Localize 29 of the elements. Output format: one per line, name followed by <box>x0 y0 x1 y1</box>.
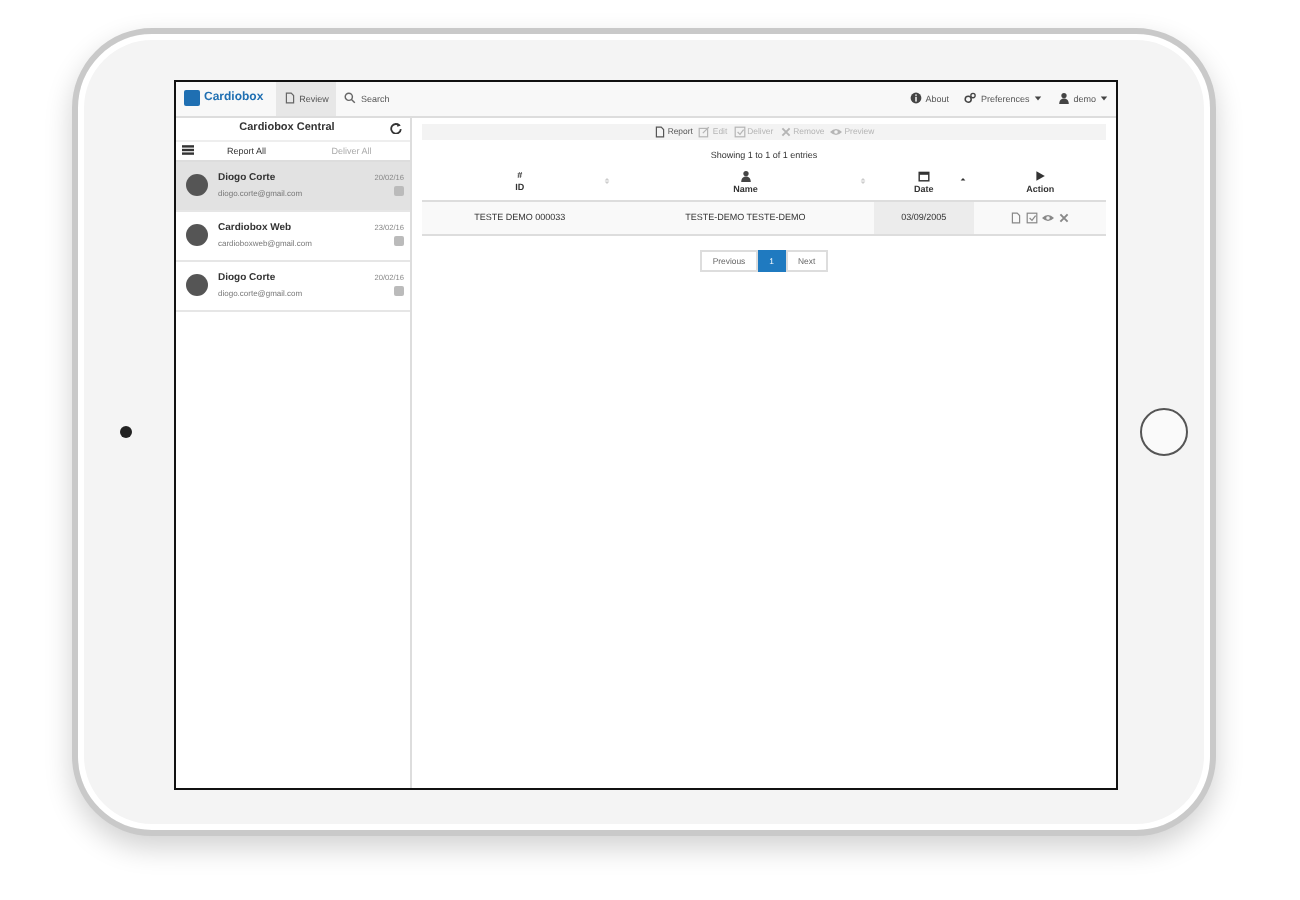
caret-icon <box>1100 94 1108 102</box>
document-icon <box>283 92 296 104</box>
refresh-icon <box>390 122 402 134</box>
camera-dot <box>120 426 132 438</box>
check-square-icon <box>1026 211 1039 223</box>
cross-icon <box>779 125 792 137</box>
info-icon <box>909 92 922 104</box>
menu-icon <box>182 144 194 156</box>
cross-icon <box>1058 211 1071 223</box>
user-icon <box>739 169 752 181</box>
calendar-icon <box>917 169 930 181</box>
search-icon <box>344 92 357 104</box>
document-icon <box>653 125 666 137</box>
gears-icon <box>964 92 977 104</box>
document-icon <box>1010 211 1023 223</box>
check-square-icon <box>733 125 746 137</box>
caret-icon <box>1033 94 1042 102</box>
avatar-icon <box>186 224 208 246</box>
count-badge <box>394 236 404 246</box>
count-badge <box>394 186 404 196</box>
avatar-icon <box>186 174 208 196</box>
sort-icon <box>960 177 967 183</box>
eye-icon <box>1042 211 1055 223</box>
count-badge <box>394 286 404 296</box>
pencil-square-icon <box>698 125 711 137</box>
play-icon <box>1034 169 1047 181</box>
avatar-icon <box>186 274 208 296</box>
home-button[interactable] <box>1140 408 1188 456</box>
user-icon <box>1057 92 1070 104</box>
